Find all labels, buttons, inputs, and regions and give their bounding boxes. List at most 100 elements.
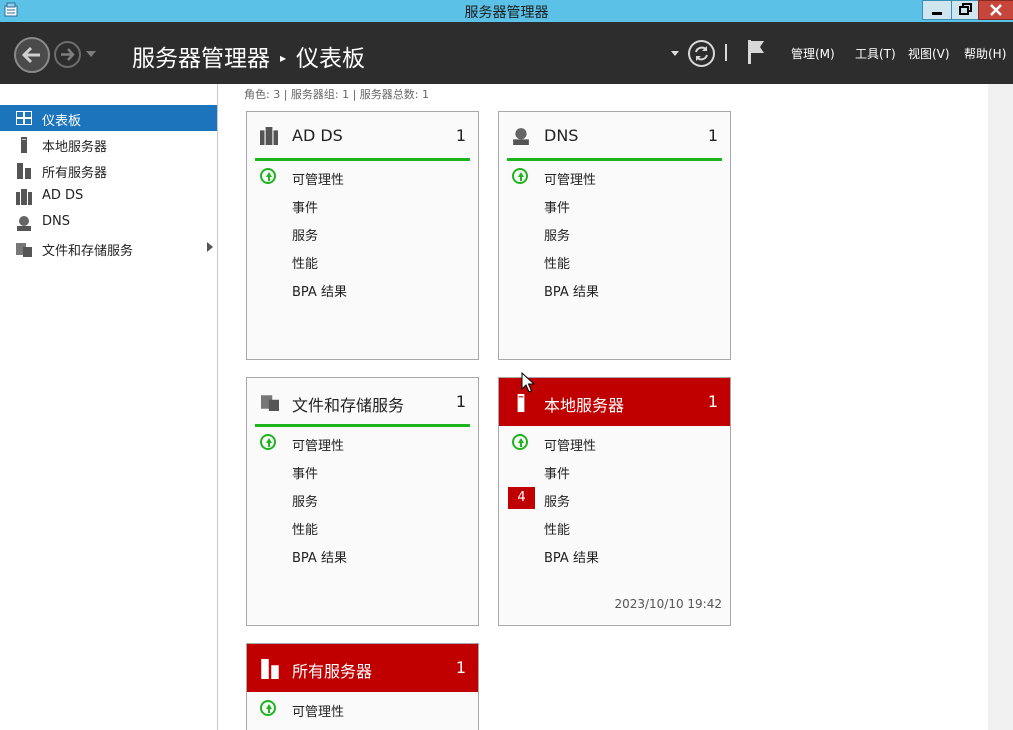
refresh-icon <box>695 46 708 61</box>
notifications-dropdown-icon[interactable] <box>671 51 679 56</box>
dropdown-icon[interactable] <box>86 51 96 57</box>
row-bpa[interactable]: BPA 结果 <box>292 547 347 566</box>
up-arrow-icon <box>260 434 276 450</box>
sidebar-item-dns[interactable]: DNS <box>0 209 217 235</box>
sidebar-item-file-storage[interactable]: 文件和存储服务 <box>0 235 217 261</box>
menu-help[interactable]: 帮助(H) <box>964 45 1006 62</box>
adds-icon <box>16 189 32 205</box>
flag-icon[interactable] <box>746 39 766 65</box>
row-performance[interactable]: 性能 <box>544 253 570 272</box>
sidebar-item-label: 所有服务器 <box>42 166 108 181</box>
expand-arrow-icon[interactable] <box>207 242 213 252</box>
tile-header[interactable]: AD DS 1 <box>247 112 478 160</box>
row-events[interactable]: 事件 <box>292 197 318 216</box>
file-storage-icon <box>16 243 32 257</box>
row-manageability[interactable]: 可管理性 <box>292 701 344 720</box>
restore-button[interactable] <box>951 0 979 20</box>
alert-count-badge[interactable]: 4 <box>508 487 535 509</box>
app-header: 服务器管理器 ▸ 仪表板 管理(M) 工具(T) 视图(V) 帮助(H) <box>0 22 1013 84</box>
window-title: 服务器管理器 <box>464 5 549 21</box>
vertical-scrollbar[interactable] <box>988 84 1013 730</box>
tile-ad-ds[interactable]: AD DS 1 可管理性 事件 服务 性能 BPA 结果 <box>246 111 479 360</box>
tile-header[interactable]: 所有服务器 1 <box>247 644 478 692</box>
row-manageability[interactable]: 可管理性 <box>544 435 596 454</box>
status-bar <box>255 158 470 161</box>
tile-title: 所有服务器 <box>292 662 373 681</box>
breadcrumb-separator: ▸ <box>280 51 287 65</box>
sidebar-item-all-servers[interactable]: 所有服务器 <box>0 157 217 183</box>
sidebar-item-ad-ds[interactable]: AD DS <box>0 183 217 209</box>
sidebar-item-dashboard[interactable]: 仪表板 <box>0 105 217 131</box>
tile-dns[interactable]: DNS 1 可管理性 事件 服务 性能 BPA 结果 <box>498 111 731 360</box>
tile-title: DNS <box>544 126 579 145</box>
dashboard-icon <box>16 111 32 125</box>
row-bpa[interactable]: BPA 结果 <box>292 281 347 300</box>
tile-count: 1 <box>707 126 718 145</box>
menu-tools[interactable]: 工具(T) <box>855 45 896 62</box>
row-services[interactable]: 服务 <box>544 225 570 244</box>
row-services[interactable]: 服务 <box>292 225 318 244</box>
refresh-button[interactable] <box>688 40 715 67</box>
sidebar-item-label: AD DS <box>42 188 84 203</box>
servers-icon <box>17 163 31 179</box>
row-bpa[interactable]: BPA 结果 <box>544 281 599 300</box>
breadcrumb-current: 仪表板 <box>296 46 366 72</box>
header-divider <box>725 44 727 61</box>
tile-title: 文件和存储服务 <box>292 396 405 415</box>
minimize-icon <box>932 12 942 15</box>
tile-all-servers[interactable]: 所有服务器 1 可管理性 <box>246 643 479 730</box>
sidebar-item-label: 本地服务器 <box>42 140 108 155</box>
mouse-cursor-icon <box>521 372 535 393</box>
tile-local-server[interactable]: 本地服务器 1 可管理性 事件 4 服务 性能 BPA 结果 2023/10/1… <box>498 377 731 626</box>
row-services[interactable]: 服务 <box>292 491 318 510</box>
close-icon <box>990 4 1002 16</box>
status-bar <box>507 158 722 161</box>
back-button[interactable] <box>14 37 50 73</box>
adds-icon <box>260 127 278 145</box>
tile-count: 1 <box>455 126 466 145</box>
dns-icon <box>17 216 31 231</box>
close-button[interactable] <box>978 0 1013 20</box>
row-services[interactable]: 服务 <box>544 491 570 510</box>
up-arrow-icon <box>512 434 528 450</box>
row-events[interactable]: 事件 <box>544 197 570 216</box>
row-manageability[interactable]: 可管理性 <box>292 435 344 454</box>
row-performance[interactable]: 性能 <box>292 519 318 538</box>
servers-icon <box>261 659 279 679</box>
breadcrumb: 服务器管理器 ▸ 仪表板 <box>132 39 365 73</box>
sidebar-item-local-server[interactable]: 本地服务器 <box>0 131 217 157</box>
title-bar: 服务器管理器 <box>0 0 1013 22</box>
forward-button[interactable] <box>54 41 81 68</box>
tile-file-storage[interactable]: 文件和存储服务 1 可管理性 事件 服务 性能 BPA 结果 <box>246 377 479 626</box>
row-manageability[interactable]: 可管理性 <box>544 169 596 188</box>
server-icon <box>21 137 27 153</box>
sidebar: 仪表板 本地服务器 所有服务器 AD DS DNS 文件和存储服务 <box>0 84 218 730</box>
summary-line: 角色: 3 | 服务器组: 1 | 服务器总数: 1 <box>244 88 430 101</box>
row-events[interactable]: 事件 <box>292 463 318 482</box>
sidebar-item-label: DNS <box>42 214 70 229</box>
tile-header[interactable]: DNS 1 <box>499 112 730 160</box>
row-manageability[interactable]: 可管理性 <box>292 169 344 188</box>
tile-count: 1 <box>455 658 466 677</box>
tile-header[interactable]: 文件和存储服务 1 <box>247 378 478 426</box>
breadcrumb-root[interactable]: 服务器管理器 <box>132 46 270 72</box>
tile-count: 1 <box>455 392 466 411</box>
row-performance[interactable]: 性能 <box>544 519 570 538</box>
menu-manage[interactable]: 管理(M) <box>791 45 835 62</box>
back-icon <box>21 46 40 64</box>
minimize-button[interactable] <box>922 0 952 20</box>
menu-view[interactable]: 视图(V) <box>908 45 950 62</box>
tile-title: AD DS <box>292 126 343 145</box>
status-bar <box>255 424 470 427</box>
sidebar-item-label: 文件和存储服务 <box>42 244 134 259</box>
up-arrow-icon <box>512 168 528 184</box>
row-performance[interactable]: 性能 <box>292 253 318 272</box>
forward-icon <box>61 48 75 61</box>
file-storage-icon <box>261 395 279 411</box>
row-events[interactable]: 事件 <box>544 463 570 482</box>
tile-timestamp: 2023/10/10 19:42 <box>614 597 722 611</box>
up-arrow-icon <box>260 168 276 184</box>
restore-icon <box>959 3 972 15</box>
dns-icon <box>513 128 529 145</box>
row-bpa[interactable]: BPA 结果 <box>544 547 599 566</box>
